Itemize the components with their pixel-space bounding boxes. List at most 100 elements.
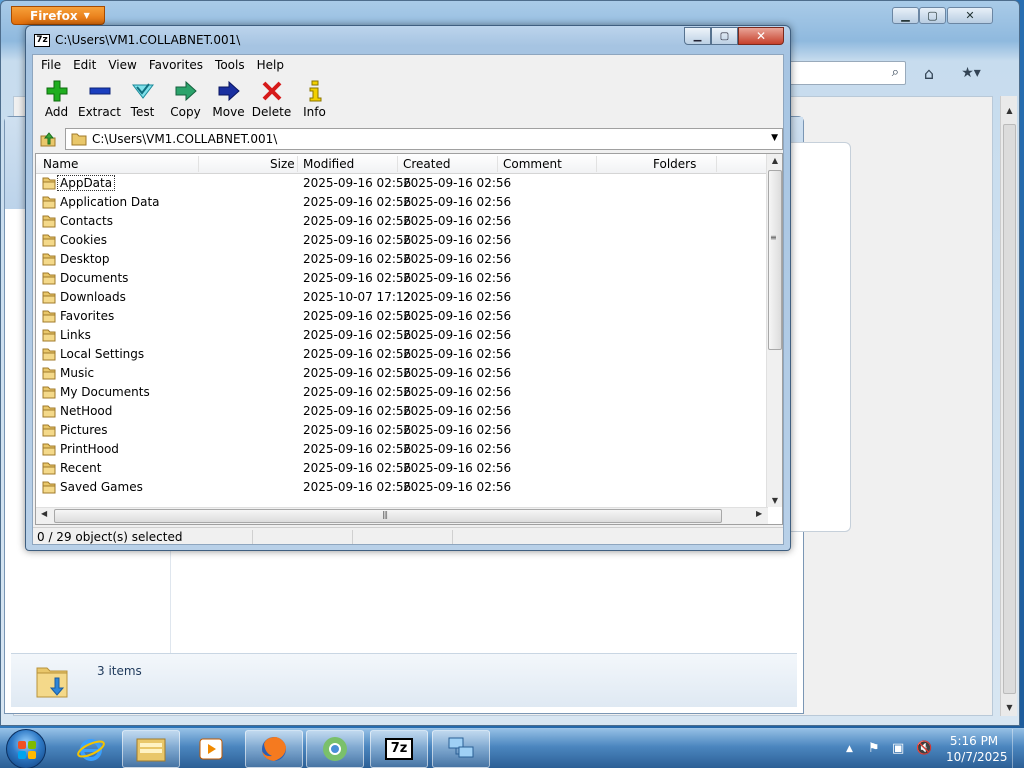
- status-bar: 0 / 29 object(s) selected: [33, 527, 783, 545]
- show-desktop-button[interactable]: [1012, 729, 1024, 768]
- maximize-button[interactable]: ▢: [711, 27, 738, 45]
- menu-tools[interactable]: Tools: [209, 58, 251, 72]
- table-row[interactable]: Cookies 2025-09-16 02:56 2025-09-16 02:56: [36, 231, 768, 250]
- row-modified: 2025-09-16 02:56: [303, 328, 412, 342]
- firefox-scrollbar[interactable]: ▲ ▼: [1000, 96, 1017, 716]
- column-modified[interactable]: Modified: [303, 157, 354, 171]
- action-center-flag-icon[interactable]: ⚑: [868, 741, 880, 756]
- menu-favorites[interactable]: Favorites: [143, 58, 209, 72]
- horizontal-scroll-thumb[interactable]: [54, 509, 722, 523]
- table-row[interactable]: Favorites 2025-09-16 02:56 2025-09-16 02:5…: [36, 307, 768, 326]
- minimize-button[interactable]: ▁: [684, 27, 711, 45]
- taskbar-7zip[interactable]: 7z: [370, 730, 428, 768]
- row-created: 2025-09-16 02:56: [403, 214, 512, 228]
- firefox-menu-button[interactable]: Firefox ▼: [11, 6, 105, 25]
- vertical-scrollbar[interactable]: ▲ ≡ ▼: [766, 154, 782, 507]
- table-row[interactable]: Links 2025-09-16 02:56 2025-09-16 02:56: [36, 326, 768, 345]
- table-row[interactable]: Documents 2025-09-16 02:56 2025-09-16 02:5…: [36, 269, 768, 288]
- path-text: C:\Users\VM1.COLLABNET.001\: [92, 132, 278, 146]
- folder-icon: [42, 443, 56, 456]
- scroll-thumb[interactable]: [1003, 124, 1016, 694]
- row-modified: 2025-09-16 02:56: [303, 233, 412, 247]
- move-label: Move: [212, 105, 245, 119]
- column-size[interactable]: Size: [270, 157, 295, 171]
- row-name: Documents: [60, 271, 129, 285]
- table-row[interactable]: Music 2025-09-16 02:56 2025-09-16 02:56: [36, 364, 768, 383]
- internet-explorer-icon: [77, 739, 105, 761]
- table-row[interactable]: NetHood 2025-09-16 02:56 2025-09-16 02:56: [36, 402, 768, 421]
- scroll-right-icon[interactable]: ▶: [756, 509, 762, 518]
- minus-icon: [88, 79, 112, 103]
- bookmarks-icon[interactable]: ★▾: [951, 61, 991, 85]
- column-created[interactable]: Created: [403, 157, 451, 171]
- menu-view[interactable]: View: [102, 58, 142, 72]
- clock[interactable]: 5:16 PM 10/7/2025: [946, 733, 1008, 765]
- add-button[interactable]: Add: [35, 77, 78, 125]
- firefox-minimize-button[interactable]: ▁: [892, 7, 919, 24]
- network-status-icon[interactable]: ▣: [892, 741, 904, 756]
- table-row[interactable]: Recent 2025-09-16 02:56 2025-09-16 02:56: [36, 459, 768, 478]
- show-hidden-icons-icon[interactable]: ▲: [846, 744, 853, 754]
- scroll-up-icon[interactable]: ▲: [1001, 106, 1018, 115]
- row-created: 2025-09-16 02:56: [403, 385, 512, 399]
- list-header: Name Size Modified Created Comment Folde…: [36, 154, 768, 174]
- test-button[interactable]: Test: [121, 77, 164, 125]
- taskbar-firefox[interactable]: [245, 730, 303, 768]
- row-created: 2025-09-16 02:56: [403, 404, 512, 418]
- menu-file[interactable]: File: [35, 58, 67, 72]
- column-folders[interactable]: Folders: [653, 157, 696, 171]
- table-row[interactable]: Pictures 2025-09-16 02:56 2025-09-16 02:56: [36, 421, 768, 440]
- row-name: Cookies: [60, 233, 107, 247]
- column-comment[interactable]: Comment: [503, 157, 562, 171]
- path-combobox[interactable]: C:\Users\VM1.COLLABNET.001\ ▼: [65, 128, 783, 150]
- double-arrow-icon: [174, 79, 198, 103]
- volume-muted-icon[interactable]: 🔇: [916, 741, 932, 756]
- table-row[interactable]: Downloads 2025-10-07 17:12 2025-09-16 02:5…: [36, 288, 768, 307]
- info-label: Info: [303, 105, 326, 119]
- row-name: My Documents: [60, 385, 150, 399]
- chevron-down-icon: ▼: [83, 11, 90, 20]
- table-row[interactable]: Desktop 2025-09-16 02:56 2025-09-16 02:56: [36, 250, 768, 269]
- table-row[interactable]: Application Data 2025-09-16 02:56 2025-09-…: [36, 193, 768, 212]
- menu-help[interactable]: Help: [251, 58, 290, 72]
- table-row[interactable]: Local Settings 2025-09-16 02:56 2025-09-16…: [36, 345, 768, 364]
- horizontal-scrollbar[interactable]: ◀ ||| ▶: [36, 507, 768, 524]
- scroll-up-icon[interactable]: ▲: [767, 156, 782, 165]
- table-row[interactable]: Contacts 2025-09-16 02:56 2025-09-16 02:56: [36, 212, 768, 231]
- folder-icon: [71, 133, 87, 146]
- copy-button[interactable]: Copy: [164, 77, 207, 125]
- firefox-maximize-button[interactable]: ▢: [919, 7, 946, 24]
- menu-edit[interactable]: Edit: [67, 58, 102, 72]
- column-name[interactable]: Name: [43, 157, 78, 171]
- row-modified: 2025-09-16 02:56: [303, 195, 412, 209]
- table-row[interactable]: AppData 2025-09-16 02:56 2025-09-16 02:56: [36, 174, 768, 193]
- start-button[interactable]: [6, 729, 46, 768]
- move-button[interactable]: Move: [207, 77, 250, 125]
- taskbar-internet-explorer[interactable]: [62, 730, 120, 768]
- scroll-left-icon[interactable]: ◀: [41, 509, 47, 518]
- sevenzip-titlebar[interactable]: 7z C:\Users\VM1.COLLABNET.001\ ▁ ▢ ✕: [26, 26, 790, 54]
- table-row[interactable]: Saved Games 2025-09-16 02:56 2025-09-16 02…: [36, 478, 768, 497]
- vertical-scroll-thumb[interactable]: [768, 170, 782, 350]
- row-name: NetHood: [60, 404, 113, 418]
- taskbar-explorer[interactable]: [122, 730, 180, 768]
- search-icon[interactable]: ⌕: [892, 65, 899, 80]
- info-button[interactable]: Info: [293, 77, 336, 125]
- 7zip-icon: 7z: [34, 34, 50, 47]
- table-row[interactable]: PrintHood 2025-09-16 02:56 2025-09-16 02:5…: [36, 440, 768, 459]
- media-player-icon: [199, 738, 223, 760]
- delete-button[interactable]: Delete: [250, 77, 293, 125]
- scroll-down-icon[interactable]: ▼: [767, 496, 782, 505]
- scroll-down-icon[interactable]: ▼: [1001, 703, 1018, 712]
- chevron-down-icon[interactable]: ▼: [771, 133, 778, 143]
- row-name: Saved Games: [60, 480, 143, 494]
- close-button[interactable]: ✕: [738, 27, 784, 45]
- extract-button[interactable]: Extract: [78, 77, 121, 125]
- taskbar-media-player[interactable]: [182, 730, 240, 768]
- up-folder-icon[interactable]: [39, 130, 57, 148]
- taskbar-network[interactable]: [432, 730, 490, 768]
- taskbar-chrome[interactable]: [306, 730, 364, 768]
- home-icon[interactable]: ⌂: [916, 61, 942, 85]
- firefox-close-button[interactable]: ✕: [947, 7, 993, 24]
- table-row[interactable]: My Documents 2025-09-16 02:56 2025-09-16 0…: [36, 383, 768, 402]
